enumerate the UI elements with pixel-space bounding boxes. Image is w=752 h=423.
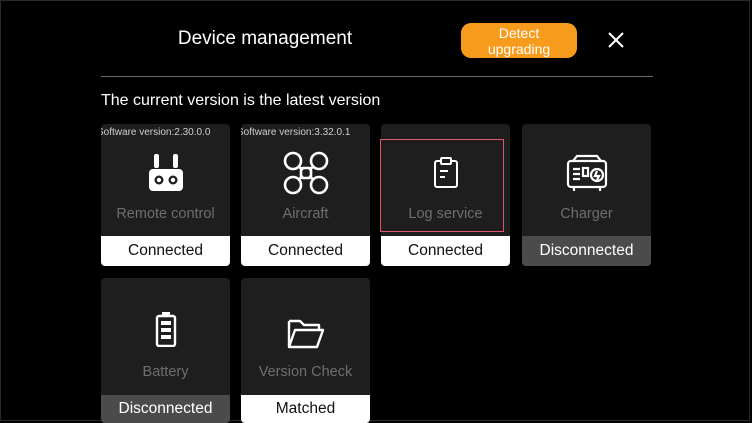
remote-name-label: Remote control xyxy=(116,206,215,222)
remote-status-badge: Connected xyxy=(101,236,230,266)
log-status-badge: Connected xyxy=(381,236,510,266)
versioncheck-status-badge: Matched xyxy=(241,395,370,423)
charger-status-badge: Disconnected xyxy=(522,236,651,266)
charger-icon xyxy=(522,148,651,198)
battery-status-badge: Disconnected xyxy=(101,395,230,423)
battery-icon xyxy=(101,304,230,354)
aircraft-status-badge: Connected xyxy=(241,236,370,266)
device-card-log-service[interactable]: Log service Connected xyxy=(381,124,510,266)
aircraft-version-text: Software version:3.32.0.1 xyxy=(241,127,351,138)
device-card-battery[interactable]: Battery Disconnected xyxy=(101,278,230,423)
aircraft-name-label: Aircraft xyxy=(282,206,329,222)
versioncheck-name-label: Version Check xyxy=(258,364,353,380)
version-status-text: The current version is the latest versio… xyxy=(101,92,381,109)
device-card-remote-control[interactable]: Software version:2.30.0.0 Remote control… xyxy=(101,124,230,266)
drone-icon xyxy=(241,148,370,198)
remote-controller-icon xyxy=(101,148,230,198)
close-icon[interactable] xyxy=(603,27,629,53)
folder-icon xyxy=(241,308,370,358)
device-card-aircraft[interactable]: Software version:3.32.0.1 Aircraft Conne… xyxy=(241,124,370,266)
clipboard-icon xyxy=(381,148,510,198)
header-divider xyxy=(101,76,653,77)
detect-upgrading-button[interactable]: Detect upgrading xyxy=(461,23,577,58)
charger-name-label: Charger xyxy=(560,206,613,222)
battery-name-label: Battery xyxy=(142,364,189,380)
device-card-charger[interactable]: Charger Disconnected xyxy=(522,124,651,266)
log-name-label: Log service xyxy=(408,206,483,222)
remote-version-text: Software version:2.30.0.0 xyxy=(101,127,211,138)
page-title: Device management xyxy=(177,28,353,49)
device-card-version-check[interactable]: Version Check Matched xyxy=(241,278,370,423)
